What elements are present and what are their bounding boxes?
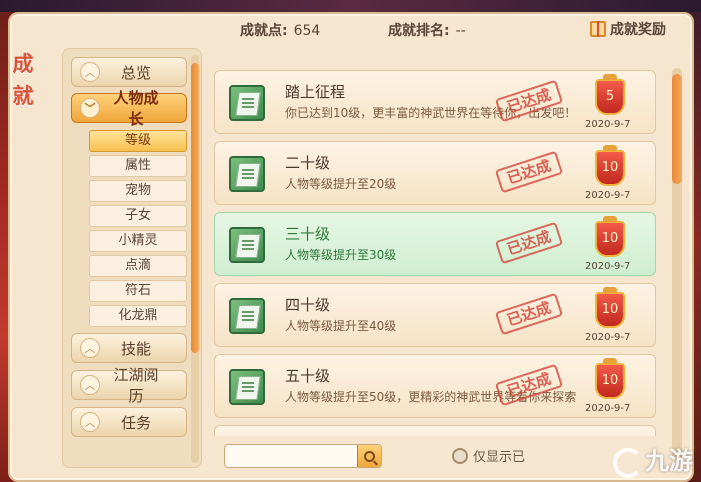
filter-label: 仅显示已 — [473, 450, 526, 465]
achievement-title: 四十级 — [285, 296, 331, 314]
nav-label: 人物成长 — [113, 89, 159, 128]
achievement-date: 2020-9-7 — [585, 403, 631, 414]
nav-sub-sprite[interactable]: 小精灵 — [89, 230, 187, 252]
achievement-date: 2020-9-7 — [585, 119, 631, 130]
points-badge: 10 — [595, 358, 625, 399]
achievement-desc: 人物等级提升至30级 — [285, 248, 397, 262]
jiuyou-logo-icon — [611, 446, 643, 478]
panel-title: 成就 — [12, 51, 34, 108]
nav-sub-children[interactable]: 子女 — [89, 205, 187, 227]
nav-scrollbar[interactable] — [191, 55, 199, 463]
header: 成就点: 654 成就排名: -- 成就奖励 — [60, 8, 680, 44]
achievement-title: 三十级 — [285, 225, 331, 243]
achievement-desc: 人物等级提升至20级 — [285, 177, 397, 191]
achievement-title: 五十级 — [285, 367, 331, 385]
category-nav: ︿ 总览 ﹀ 人物成长 等级 属性 宠物 子女 小精灵 点滴 符石 化龙鼎 ︿ … — [62, 48, 202, 468]
nav-label: 江湖阅历 — [113, 366, 159, 405]
search-button[interactable] — [357, 445, 381, 467]
nav-scrollbar-thumb[interactable] — [191, 63, 199, 353]
chevron-down-icon: ﹀ — [80, 98, 100, 118]
achievement-date: 2020-9-7 — [585, 261, 631, 272]
book-icon — [229, 298, 265, 334]
points-value: 654 — [293, 23, 321, 39]
nav-sub-pets[interactable]: 宠物 — [89, 180, 187, 202]
achievement-row[interactable]: 二十级 人物等级提升至20级 已达成 10 2020-9-7 — [214, 141, 656, 205]
nav-label: 总览 — [120, 63, 151, 82]
achievement-row[interactable]: 五十级 人物等级提升至50级，更精彩的神武世界等着你来探索 已达成 10 202… — [214, 354, 656, 418]
chevron-up-icon: ︿ — [80, 338, 100, 358]
achievement-row[interactable]: 踏上征程 你已达到10级，更丰富的神武世界在等待你，出发吧！ 已达成 5 202… — [214, 70, 656, 134]
nav-sub-level[interactable]: 等级 — [89, 130, 187, 152]
achievement-row-partial[interactable] — [214, 425, 656, 436]
completed-stamp: 已达成 — [494, 150, 564, 194]
reward-label: 成就奖励 — [610, 22, 666, 38]
watermark-text: 九游 — [645, 447, 693, 475]
rank-display: 成就排名: -- — [388, 20, 466, 40]
achievement-row[interactable]: 四十级 人物等级提升至40级 已达成 10 2020-9-7 — [214, 283, 656, 347]
points-display: 成就点: 654 — [240, 20, 320, 40]
chevron-up-icon: ︿ — [80, 375, 100, 395]
nav-character-growth[interactable]: ﹀ 人物成长 — [71, 89, 187, 128]
achievement-date: 2020-9-7 — [585, 190, 631, 201]
search-icon — [364, 450, 375, 462]
nav-jianghu-experience[interactable]: ︿ 江湖阅历 — [71, 366, 187, 405]
watermark: 九游 — [611, 441, 693, 478]
achievement-title: 踏上征程 — [285, 83, 346, 101]
nav-sub-dragon-cauldron[interactable]: 化龙鼎 — [89, 305, 187, 327]
show-completed-only-toggle[interactable]: 仅显示已 — [452, 446, 525, 465]
nav-sub-runestone[interactable]: 符石 — [89, 280, 187, 302]
achievement-reward-button[interactable]: 成就奖励 — [584, 16, 672, 42]
book-icon — [229, 85, 265, 121]
points-badge: 10 — [595, 287, 625, 328]
achievement-row-selected[interactable]: 三十级 人物等级提升至30级 已达成 10 2020-9-7 — [214, 212, 656, 276]
nav-label: 技能 — [120, 339, 151, 358]
list-scrollbar[interactable] — [672, 68, 682, 460]
points-label: 成就点: — [240, 23, 288, 39]
points-badge: 10 — [595, 145, 625, 186]
radio-button[interactable] — [452, 447, 468, 464]
achievement-date: 2020-9-7 — [585, 332, 631, 343]
search-input[interactable] — [225, 445, 355, 467]
list-scrollbar-thumb[interactable] — [672, 74, 682, 184]
nav-sub-bits[interactable]: 点滴 — [89, 255, 187, 277]
completed-stamp: 已达成 — [494, 221, 564, 265]
rank-label: 成就排名: — [388, 23, 450, 39]
nav-label: 任务 — [120, 413, 151, 432]
nav-skills[interactable]: ︿ 技能 — [71, 333, 187, 363]
rank-value: -- — [455, 23, 466, 39]
completed-stamp: 已达成 — [494, 292, 564, 336]
search-box — [224, 444, 382, 468]
chevron-up-icon: ︿ — [80, 62, 100, 82]
book-icon — [229, 369, 265, 405]
nav-tasks[interactable]: ︿ 任务 — [71, 407, 187, 437]
points-badge: 10 — [595, 216, 625, 257]
nav-sub-attributes[interactable]: 属性 — [89, 155, 187, 177]
nav-overview[interactable]: ︿ 总览 — [71, 57, 187, 87]
achievement-desc: 人物等级提升至40级 — [285, 319, 397, 333]
chevron-up-icon: ︿ — [80, 412, 100, 432]
points-badge: 5 — [595, 74, 625, 115]
book-icon — [229, 227, 265, 263]
gift-icon — [590, 21, 606, 37]
book-icon — [229, 156, 265, 192]
achievement-title: 二十级 — [285, 154, 331, 172]
achievement-list: 踏上征程 你已达到10级，更丰富的神武世界在等待你，出发吧！ 已达成 5 202… — [214, 60, 668, 436]
